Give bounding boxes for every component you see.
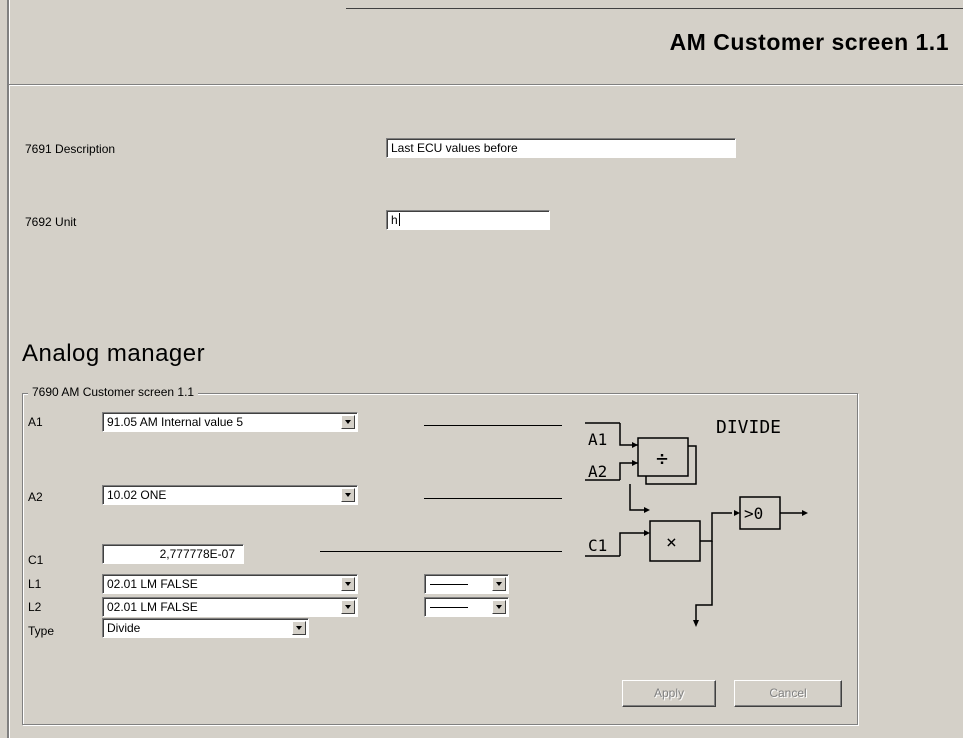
- l2-line-style-select[interactable]: [424, 597, 509, 617]
- l2-select[interactable]: 02.01 LM FALSE: [102, 597, 358, 617]
- type-select[interactable]: Divide: [102, 618, 309, 638]
- chevron-down-icon[interactable]: [492, 577, 506, 591]
- a2-connector-line: [424, 498, 562, 499]
- arrow-icon: [632, 460, 638, 466]
- a2-value: 10.02 ONE: [107, 488, 167, 502]
- unit-input[interactable]: h: [386, 210, 550, 230]
- diagram-label-c1: C1: [588, 536, 607, 555]
- down-output-wire: [695, 541, 713, 620]
- a2-label: A2: [28, 490, 43, 504]
- description-input[interactable]: Last ECU values before: [386, 138, 736, 158]
- arrow-icon: [802, 510, 808, 516]
- c1-wire: [619, 532, 644, 556]
- l1-value: 02.01 LM FALSE: [107, 577, 198, 591]
- a1-value: 91.05 AM Internal value 5: [107, 415, 244, 429]
- multiply-symbol: ×: [666, 532, 677, 553]
- solid-line-swatch: [430, 584, 468, 585]
- text-cursor: [398, 213, 400, 226]
- apply-button[interactable]: Apply: [622, 680, 716, 707]
- type-label: Type: [28, 624, 55, 638]
- a1-select[interactable]: 91.05 AM Internal value 5: [102, 412, 358, 432]
- l1-label: L1: [28, 577, 42, 591]
- divide-function-diagram: A1 A2 C1 DIVIDE ÷ × >0: [585, 417, 808, 627]
- arrow-icon: [632, 442, 638, 448]
- description-label: 7691 Description: [25, 142, 116, 156]
- arrow-icon: [734, 510, 740, 516]
- analog-manager-title: Analog manager: [22, 340, 206, 367]
- diagram-title: DIVIDE: [716, 417, 781, 438]
- c1-input[interactable]: 2,777778E-07: [102, 544, 244, 564]
- l2-value: 02.01 LM FALSE: [107, 600, 198, 614]
- a2-select[interactable]: 10.02 ONE: [102, 485, 358, 505]
- divide-output-wire: [629, 484, 644, 511]
- arrow-icon: [644, 530, 650, 536]
- group-legend: 7690 AM Customer screen 1.1: [28, 385, 199, 399]
- chevron-down-icon[interactable]: [341, 600, 355, 614]
- window-left-border: [7, 0, 10, 738]
- c1-connector-line: [320, 551, 562, 552]
- l2-label: L2: [28, 600, 42, 614]
- arrow-icon: [644, 507, 650, 513]
- a2-wire: [619, 462, 638, 480]
- chevron-down-icon[interactable]: [292, 621, 306, 635]
- unit-value: h: [391, 213, 398, 227]
- chevron-down-icon[interactable]: [341, 577, 355, 591]
- arrow-icon: [693, 620, 699, 627]
- divide-symbol: ÷: [656, 446, 668, 470]
- a1-wire: [619, 423, 638, 446]
- l1-line-style-select[interactable]: [424, 574, 509, 594]
- solid-line-swatch: [430, 607, 468, 608]
- diagram-label-a2: A2: [588, 462, 607, 481]
- compare-symbol: >0: [744, 504, 763, 523]
- cancel-button[interactable]: Cancel: [734, 680, 842, 707]
- header-separator: [9, 84, 963, 86]
- page-title: AM Customer screen 1.1: [669, 29, 949, 55]
- a1-label: A1: [28, 415, 43, 429]
- diagram-label-a1: A1: [588, 430, 607, 449]
- chevron-down-icon[interactable]: [341, 488, 355, 502]
- multiply-to-compare-wire: [700, 512, 732, 542]
- a1-connector-line: [424, 425, 562, 426]
- title-top-rule: [346, 8, 963, 9]
- unit-label: 7692 Unit: [25, 215, 77, 229]
- chevron-down-icon[interactable]: [341, 415, 355, 429]
- chevron-down-icon[interactable]: [492, 600, 506, 614]
- c1-label: C1: [28, 553, 44, 567]
- l1-select[interactable]: 02.01 LM FALSE: [102, 574, 358, 594]
- type-value: Divide: [107, 621, 141, 635]
